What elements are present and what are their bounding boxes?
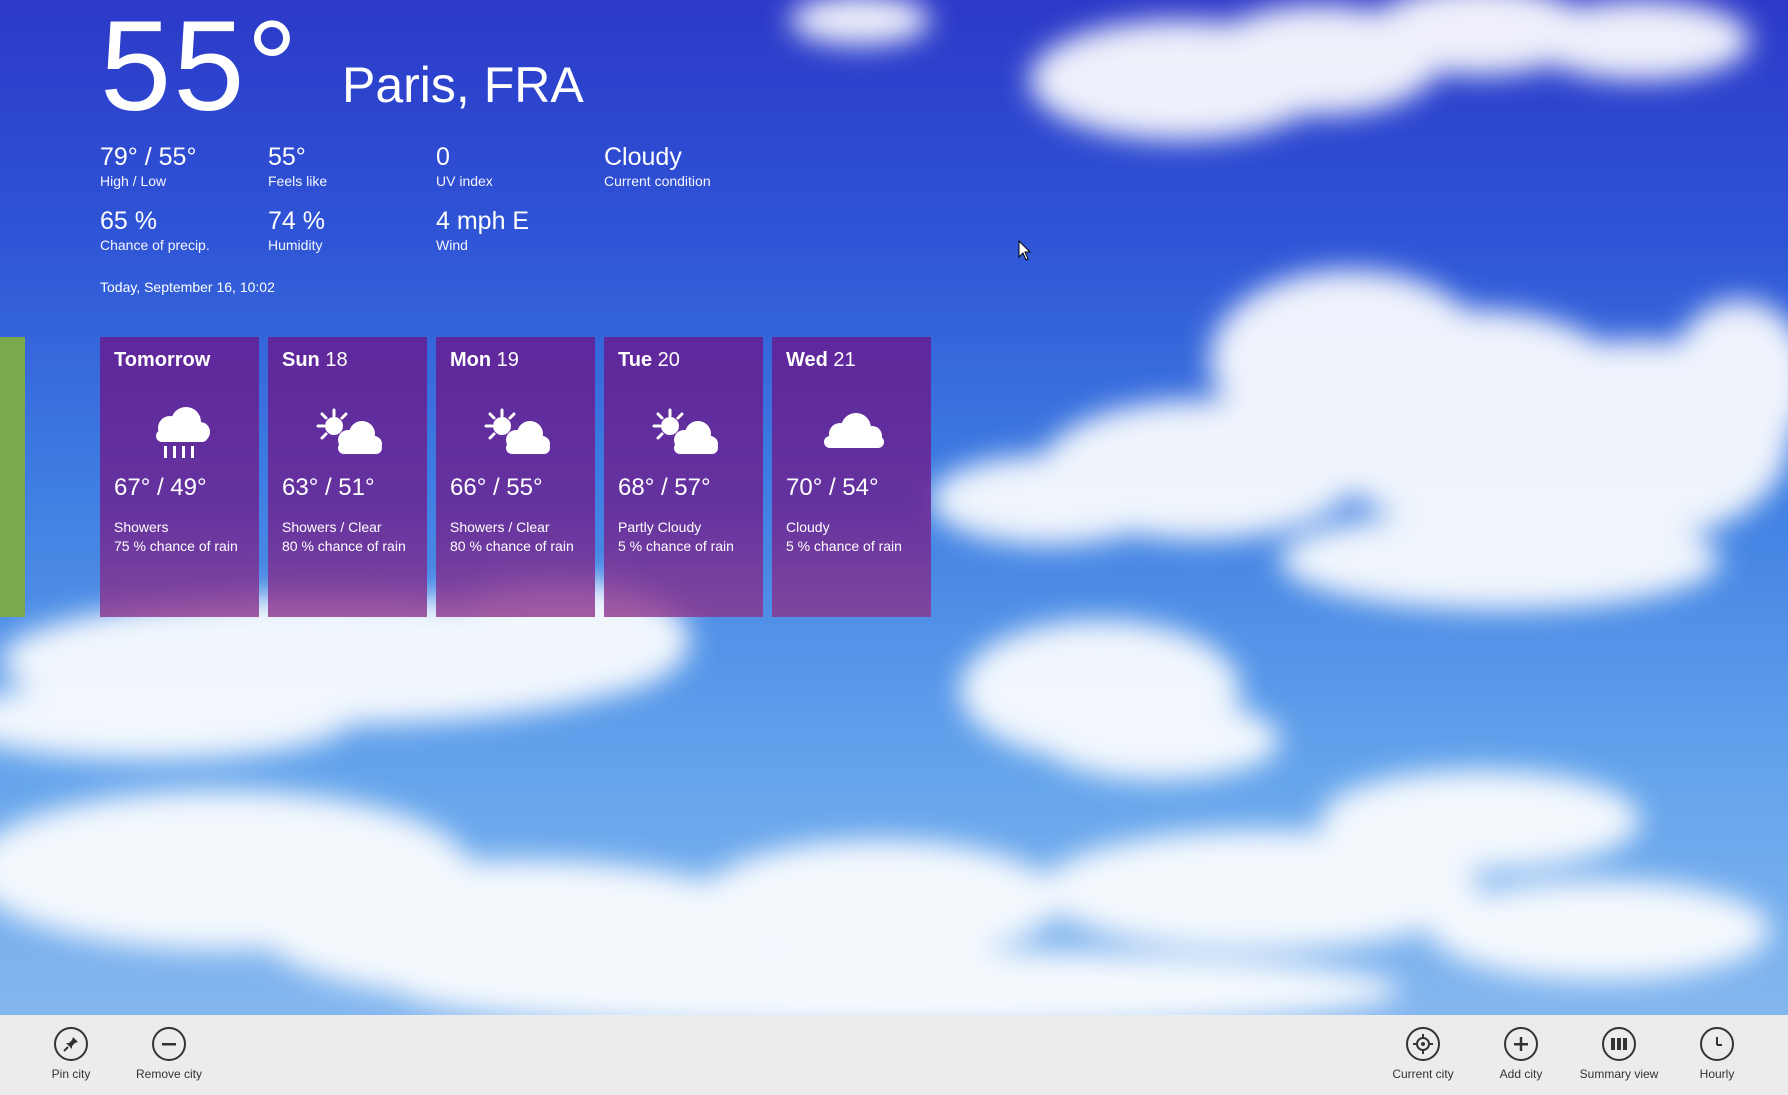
cloud-icon (824, 413, 884, 448)
stat-value: Cloudy (604, 143, 682, 171)
stat-humidity: 74 % Humidity (268, 206, 428, 254)
forecast-temps: 70° / 54° (786, 474, 879, 501)
crosshair-icon (1406, 1027, 1440, 1061)
forecast-temps: 67° / 49° (114, 474, 207, 501)
condition-text: Partly Cloudy (618, 519, 702, 535)
sun-cloud-icon (652, 408, 718, 454)
stat-label: Current condition (604, 173, 711, 189)
city-name: Paris, FRA (342, 57, 584, 113)
forecast-condition: Partly Cloudy 5 % chance of rain (618, 518, 734, 556)
previous-panel-edge[interactable] (0, 337, 25, 617)
summary-view-button[interactable]: Summary view (1564, 1027, 1674, 1081)
forecast-card-wed[interactable]: Wed 21 70° / 54° Cloudy 5 % chance of ra… (772, 337, 931, 617)
forecast-day: Tue 20 (618, 349, 680, 371)
summary-view-label: Summary view (1579, 1067, 1659, 1081)
rain-chance: 5 % chance of rain (786, 538, 902, 554)
forecast-day: Tomorrow (114, 349, 211, 371)
app-bar: Pin city Remove city Current city Add ci… (0, 1015, 1788, 1095)
stat-value: 74 % (268, 207, 325, 235)
condition-text: Cloudy (786, 519, 830, 535)
rain-cloud-icon (156, 407, 210, 458)
stat-value: 65 % (100, 207, 157, 235)
rain-chance: 80 % chance of rain (282, 538, 406, 554)
forecast-day: Sun 18 (282, 349, 348, 371)
forecast-day: Wed 21 (786, 349, 856, 371)
pin-city-label: Pin city (51, 1067, 91, 1081)
stat-value: 4 mph E (436, 207, 530, 235)
plus-circle-icon (1504, 1027, 1538, 1061)
forecast-temps: 68° / 57° (618, 474, 711, 501)
stat-label: Chance of precip. (100, 237, 210, 253)
current-temperature: 55° (100, 0, 300, 138)
pin-icon (54, 1027, 88, 1061)
stat-value: 0 (436, 143, 450, 171)
forecast-card-sun[interactable]: Sun 18 63° / 51° Showers / Clear 80 % ch… (268, 337, 427, 617)
stat-label: High / Low (100, 173, 167, 189)
condition-text: Showers / Clear (450, 519, 550, 535)
forecast-temps: 63° / 51° (282, 474, 375, 501)
condition-text: Showers / Clear (282, 519, 382, 535)
hourly-button[interactable]: Hourly (1662, 1027, 1772, 1081)
stat-label: Humidity (268, 237, 323, 253)
mouse-cursor-icon (1018, 240, 1032, 261)
sun-cloud-icon (484, 408, 550, 454)
minus-circle-icon (152, 1027, 186, 1061)
stat-current-condition: Cloudy Current condition (604, 142, 804, 190)
stat-value: 55° (268, 143, 306, 171)
stat-feels-like: 55° Feels like (268, 142, 428, 190)
stat-label: Feels like (268, 173, 328, 189)
forecast-day: Mon 19 (450, 349, 519, 371)
last-updated: Today, September 16, 10:02 (100, 279, 275, 295)
stat-wind: 4 mph E Wind (436, 206, 596, 254)
forecast-card-tue[interactable]: Tue 20 68° / 57° Partly Cloudy 5 % chanc… (604, 337, 763, 617)
rain-chance: 75 % chance of rain (114, 538, 238, 554)
stat-label: Wind (436, 237, 468, 253)
remove-city-label: Remove city (135, 1067, 203, 1081)
clock-icon (1700, 1027, 1734, 1061)
stat-value: 79° / 55° (100, 143, 197, 171)
rain-chance: 80 % chance of rain (450, 538, 574, 554)
current-city-button[interactable]: Current city (1368, 1027, 1478, 1081)
forecast-card-tomorrow[interactable]: Tomorrow 67° / 49° Showers 75 % chance o… (100, 337, 259, 617)
remove-city-button[interactable]: Remove city (114, 1027, 224, 1081)
sun-cloud-icon (316, 408, 382, 454)
pin-city-button[interactable]: Pin city (16, 1027, 126, 1081)
stat-precip: 65 % Chance of precip. (100, 206, 260, 254)
forecast-temps: 66° / 55° (450, 474, 543, 501)
forecast-condition: Showers / Clear 80 % chance of rain (282, 518, 406, 556)
condition-text: Showers (114, 519, 169, 535)
stat-uv-index: 0 UV index (436, 142, 596, 190)
forecast-condition: Cloudy 5 % chance of rain (786, 518, 902, 556)
stat-label: UV index (436, 173, 493, 189)
forecast-condition: Showers 75 % chance of rain (114, 518, 238, 556)
add-city-label: Add city (1499, 1067, 1543, 1081)
hourly-label: Hourly (1699, 1067, 1735, 1081)
current-city-label: Current city (1392, 1067, 1454, 1081)
summary-view-icon (1602, 1027, 1636, 1061)
stat-high-low: 79° / 55° High / Low (100, 142, 260, 190)
forecast-card-mon[interactable]: Mon 19 66° / 55° Showers / Clear 80 % ch… (436, 337, 595, 617)
rain-chance: 5 % chance of rain (618, 538, 734, 554)
forecast-condition: Showers / Clear 80 % chance of rain (450, 518, 574, 556)
add-city-button[interactable]: Add city (1466, 1027, 1576, 1081)
